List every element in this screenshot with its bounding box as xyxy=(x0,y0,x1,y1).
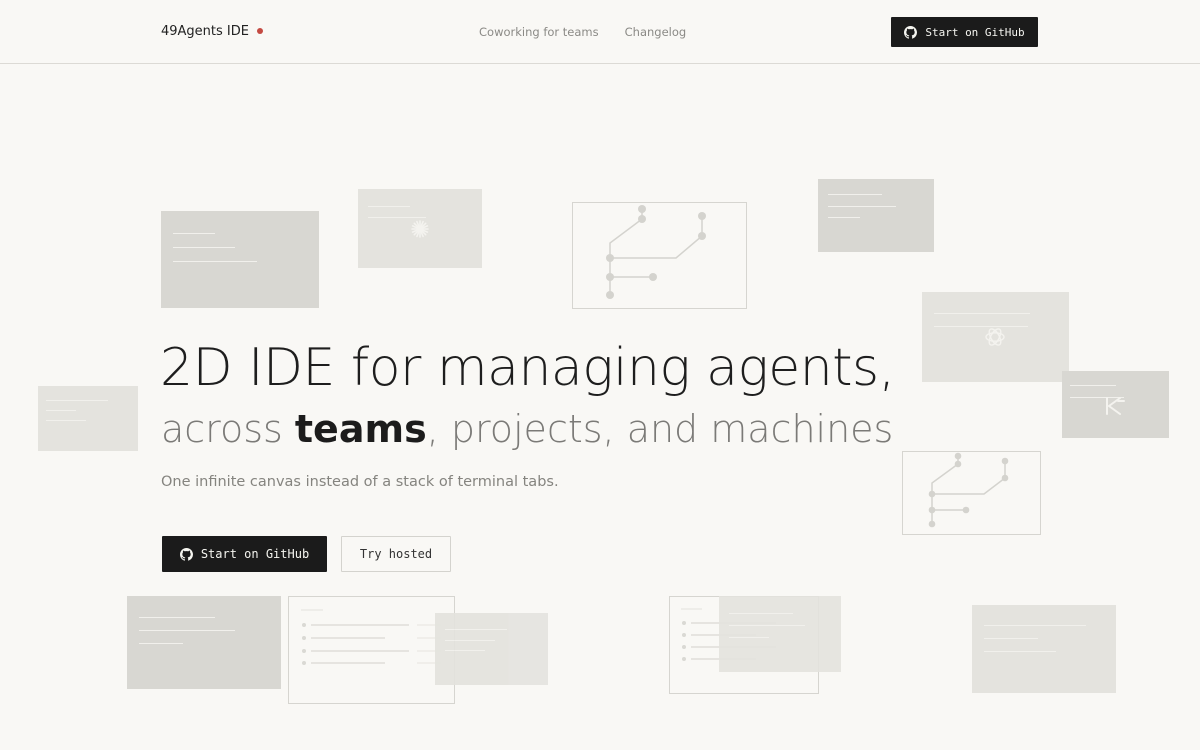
hero-github-button[interactable]: Start on GitHub xyxy=(162,536,327,572)
header-github-button[interactable]: Start on GitHub xyxy=(891,17,1038,47)
branch-graph-frame xyxy=(902,451,1041,535)
hero-title: 2D IDE for managing agents, xyxy=(160,338,895,398)
branch-graph-icon xyxy=(606,205,706,299)
canvas-card xyxy=(38,386,138,451)
list-panel-icon xyxy=(301,609,441,665)
canvas-card-k xyxy=(1062,371,1169,438)
claude-starburst-icon xyxy=(411,220,429,238)
canvas-card xyxy=(719,596,841,672)
hero-subtitle: across teams, projects, and machines xyxy=(161,407,893,451)
github-icon xyxy=(179,547,193,561)
canvas-card xyxy=(127,596,281,689)
brand-name: 49Agents IDE xyxy=(161,24,249,39)
hero-github-label: Start on GitHub xyxy=(200,547,310,561)
hero-description: One infinite canvas instead of a stack o… xyxy=(161,474,559,490)
canvas-card xyxy=(818,179,934,252)
header-github-label: Start on GitHub xyxy=(925,25,1025,39)
github-icon xyxy=(904,25,918,39)
top-nav: Coworking for teams Changelog xyxy=(479,25,686,39)
canvas-card xyxy=(161,211,319,308)
try-hosted-button[interactable]: Try hosted xyxy=(341,536,451,572)
hero-actions: Start on GitHub Try hosted xyxy=(162,536,451,572)
nav-link-coworking[interactable]: Coworking for teams xyxy=(479,25,599,39)
branch-graph-frame xyxy=(572,202,747,309)
hero-subtitle-prefix: across xyxy=(161,407,295,451)
branch-graph-icon xyxy=(928,452,1009,528)
hero-subtitle-suffix: , projects, and machines xyxy=(426,407,894,451)
hero-subtitle-bold: teams xyxy=(294,407,427,451)
list-panel-frame xyxy=(288,596,455,704)
openai-icon xyxy=(985,328,1005,346)
k-logo-icon xyxy=(1106,397,1125,415)
canvas-card xyxy=(435,613,548,685)
canvas-card xyxy=(972,605,1116,693)
nav-link-changelog[interactable]: Changelog xyxy=(625,25,687,39)
status-dot xyxy=(257,28,263,34)
canvas-card-claude xyxy=(358,189,482,268)
brand[interactable]: 49Agents IDE xyxy=(161,24,263,39)
site-header: 49Agents IDE Coworking for teams Changel… xyxy=(0,0,1200,64)
canvas-card-openai xyxy=(922,292,1069,382)
